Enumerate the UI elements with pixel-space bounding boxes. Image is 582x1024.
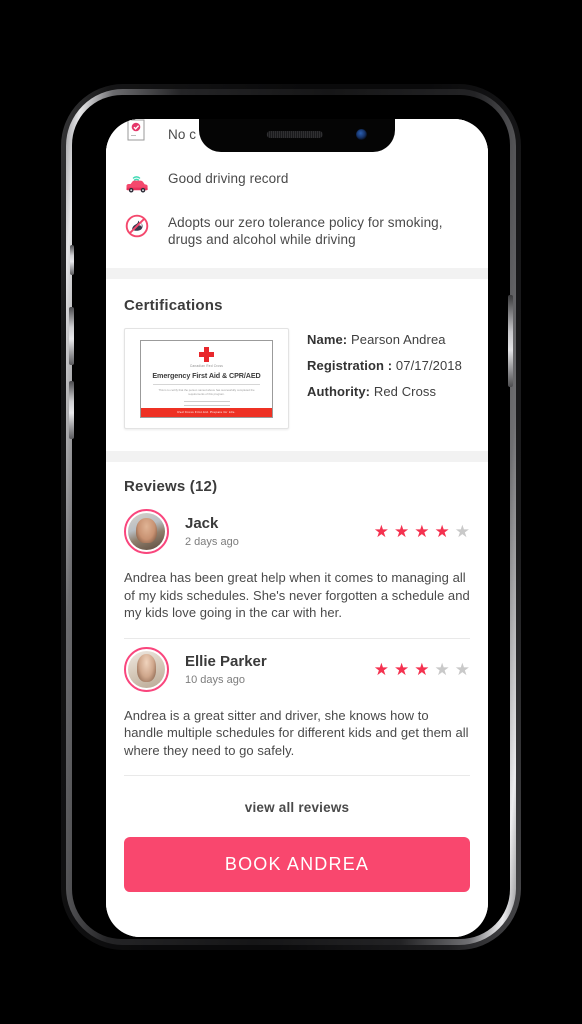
review-body: Andrea has been great help when it comes…: [124, 570, 470, 620]
certificate-image: Canadian Red Cross Emergency First Aid &…: [140, 339, 273, 418]
volume-up-button[interactable]: [69, 307, 74, 365]
avatar-image: [128, 513, 165, 550]
avatar[interactable]: [124, 509, 169, 554]
star-icon: ★: [454, 522, 470, 541]
screenshot-stage: No c Good driving record Adopts our zero…: [0, 0, 582, 1024]
star-icon: ★: [414, 659, 430, 679]
rating-stars: ★ ★ ★ ★ ★: [374, 523, 470, 540]
reviews-section: Reviews (12) Jack 2 days ago ★ ★ ★ ★ ★ A…: [106, 462, 488, 892]
star-icon: ★: [434, 659, 450, 679]
feature-label: Good driving record: [168, 171, 289, 186]
document-check-icon: [124, 119, 150, 151]
book-andrea-button[interactable]: BOOK ANDREA: [124, 837, 470, 892]
section-divider: [106, 268, 488, 279]
star-icon: ★: [394, 659, 410, 679]
feature-row: Adopts our zero tolerance policy for smo…: [106, 201, 488, 254]
field-label: Registration :: [307, 358, 393, 373]
volume-down-button[interactable]: [69, 381, 74, 439]
field-value: 07/17/2018: [395, 358, 462, 373]
app-content: No c Good driving record Adopts our zero…: [106, 119, 488, 937]
avatar[interactable]: [124, 646, 169, 692]
review-item: Ellie Parker 10 days ago ★ ★ ★ ★ ★ Andre…: [106, 639, 488, 776]
section-divider: [106, 451, 488, 462]
star-icon: ★: [414, 522, 430, 541]
review-timestamp: 10 days ago: [185, 673, 245, 686]
feature-row: Good driving record: [106, 157, 488, 201]
field-value: Pearson Andrea: [350, 332, 446, 347]
certificate-field-registration: Registration : 07/17/2018: [307, 358, 462, 373]
device-notch: [199, 119, 395, 152]
certificate-footer: Red Cross First Aid. Prepare for Life.: [141, 407, 272, 417]
star-icon: ★: [373, 522, 389, 541]
phone-device: No c Good driving record Adopts our zero…: [61, 84, 521, 950]
review-item: Jack 2 days ago ★ ★ ★ ★ ★ Andrea has bee…: [106, 501, 488, 639]
star-icon: ★: [373, 659, 389, 679]
certificate-name: Emergency First Aid & CPR/AED: [152, 370, 261, 380]
star-icon: ★: [454, 659, 470, 679]
certificate-field-name: Name: Pearson Andrea: [307, 332, 462, 347]
star-icon: ★: [434, 522, 450, 541]
car-signal-icon: [124, 167, 150, 195]
certificate-body: This is to certify that the person named…: [158, 387, 255, 396]
review-timestamp: 2 days ago: [185, 536, 239, 548]
certificate-details: Name: Pearson Andrea Registration : 07/1…: [307, 328, 462, 410]
earpiece-speaker-icon: [266, 131, 323, 138]
reviews-title: Reviews (12): [124, 478, 218, 495]
avatar-image: [128, 650, 165, 688]
reviewer-name: Jack: [185, 515, 219, 532]
certificate-thumbnail[interactable]: Canadian Red Cross Emergency First Aid &…: [124, 328, 289, 429]
feature-label: No c: [168, 127, 197, 142]
certifications-section: Certifications Canadian Red Cross Emerge…: [106, 279, 488, 451]
red-cross-icon: [199, 346, 214, 362]
reviewer-name: Ellie Parker: [185, 652, 267, 670]
star-icon: ★: [394, 522, 410, 541]
review-body: Andrea is a great sitter and driver, she…: [124, 707, 469, 758]
feature-label: Adopts our zero tolerance policy for smo…: [168, 215, 443, 247]
certificate-org: Canadian Red Cross: [189, 363, 224, 368]
field-label: Name:: [307, 332, 348, 347]
view-all-reviews-link[interactable]: view all reviews: [106, 776, 488, 837]
phone-screen: No c Good driving record Adopts our zero…: [106, 119, 488, 937]
phone-bezel: No c Good driving record Adopts our zero…: [69, 95, 513, 939]
no-smoking-icon: [124, 211, 150, 239]
rating-stars: ★ ★ ★ ★ ★: [374, 661, 470, 678]
silent-switch-button[interactable]: [70, 245, 74, 275]
certificate-rule: [152, 383, 261, 385]
field-value: Red Cross: [373, 384, 437, 399]
front-camera-icon: [356, 129, 367, 140]
certificate-field-authority: Authority: Red Cross: [307, 384, 462, 399]
certifications-title: Certifications: [124, 297, 223, 314]
field-label: Authority:: [307, 384, 371, 399]
power-button[interactable]: [508, 295, 513, 387]
